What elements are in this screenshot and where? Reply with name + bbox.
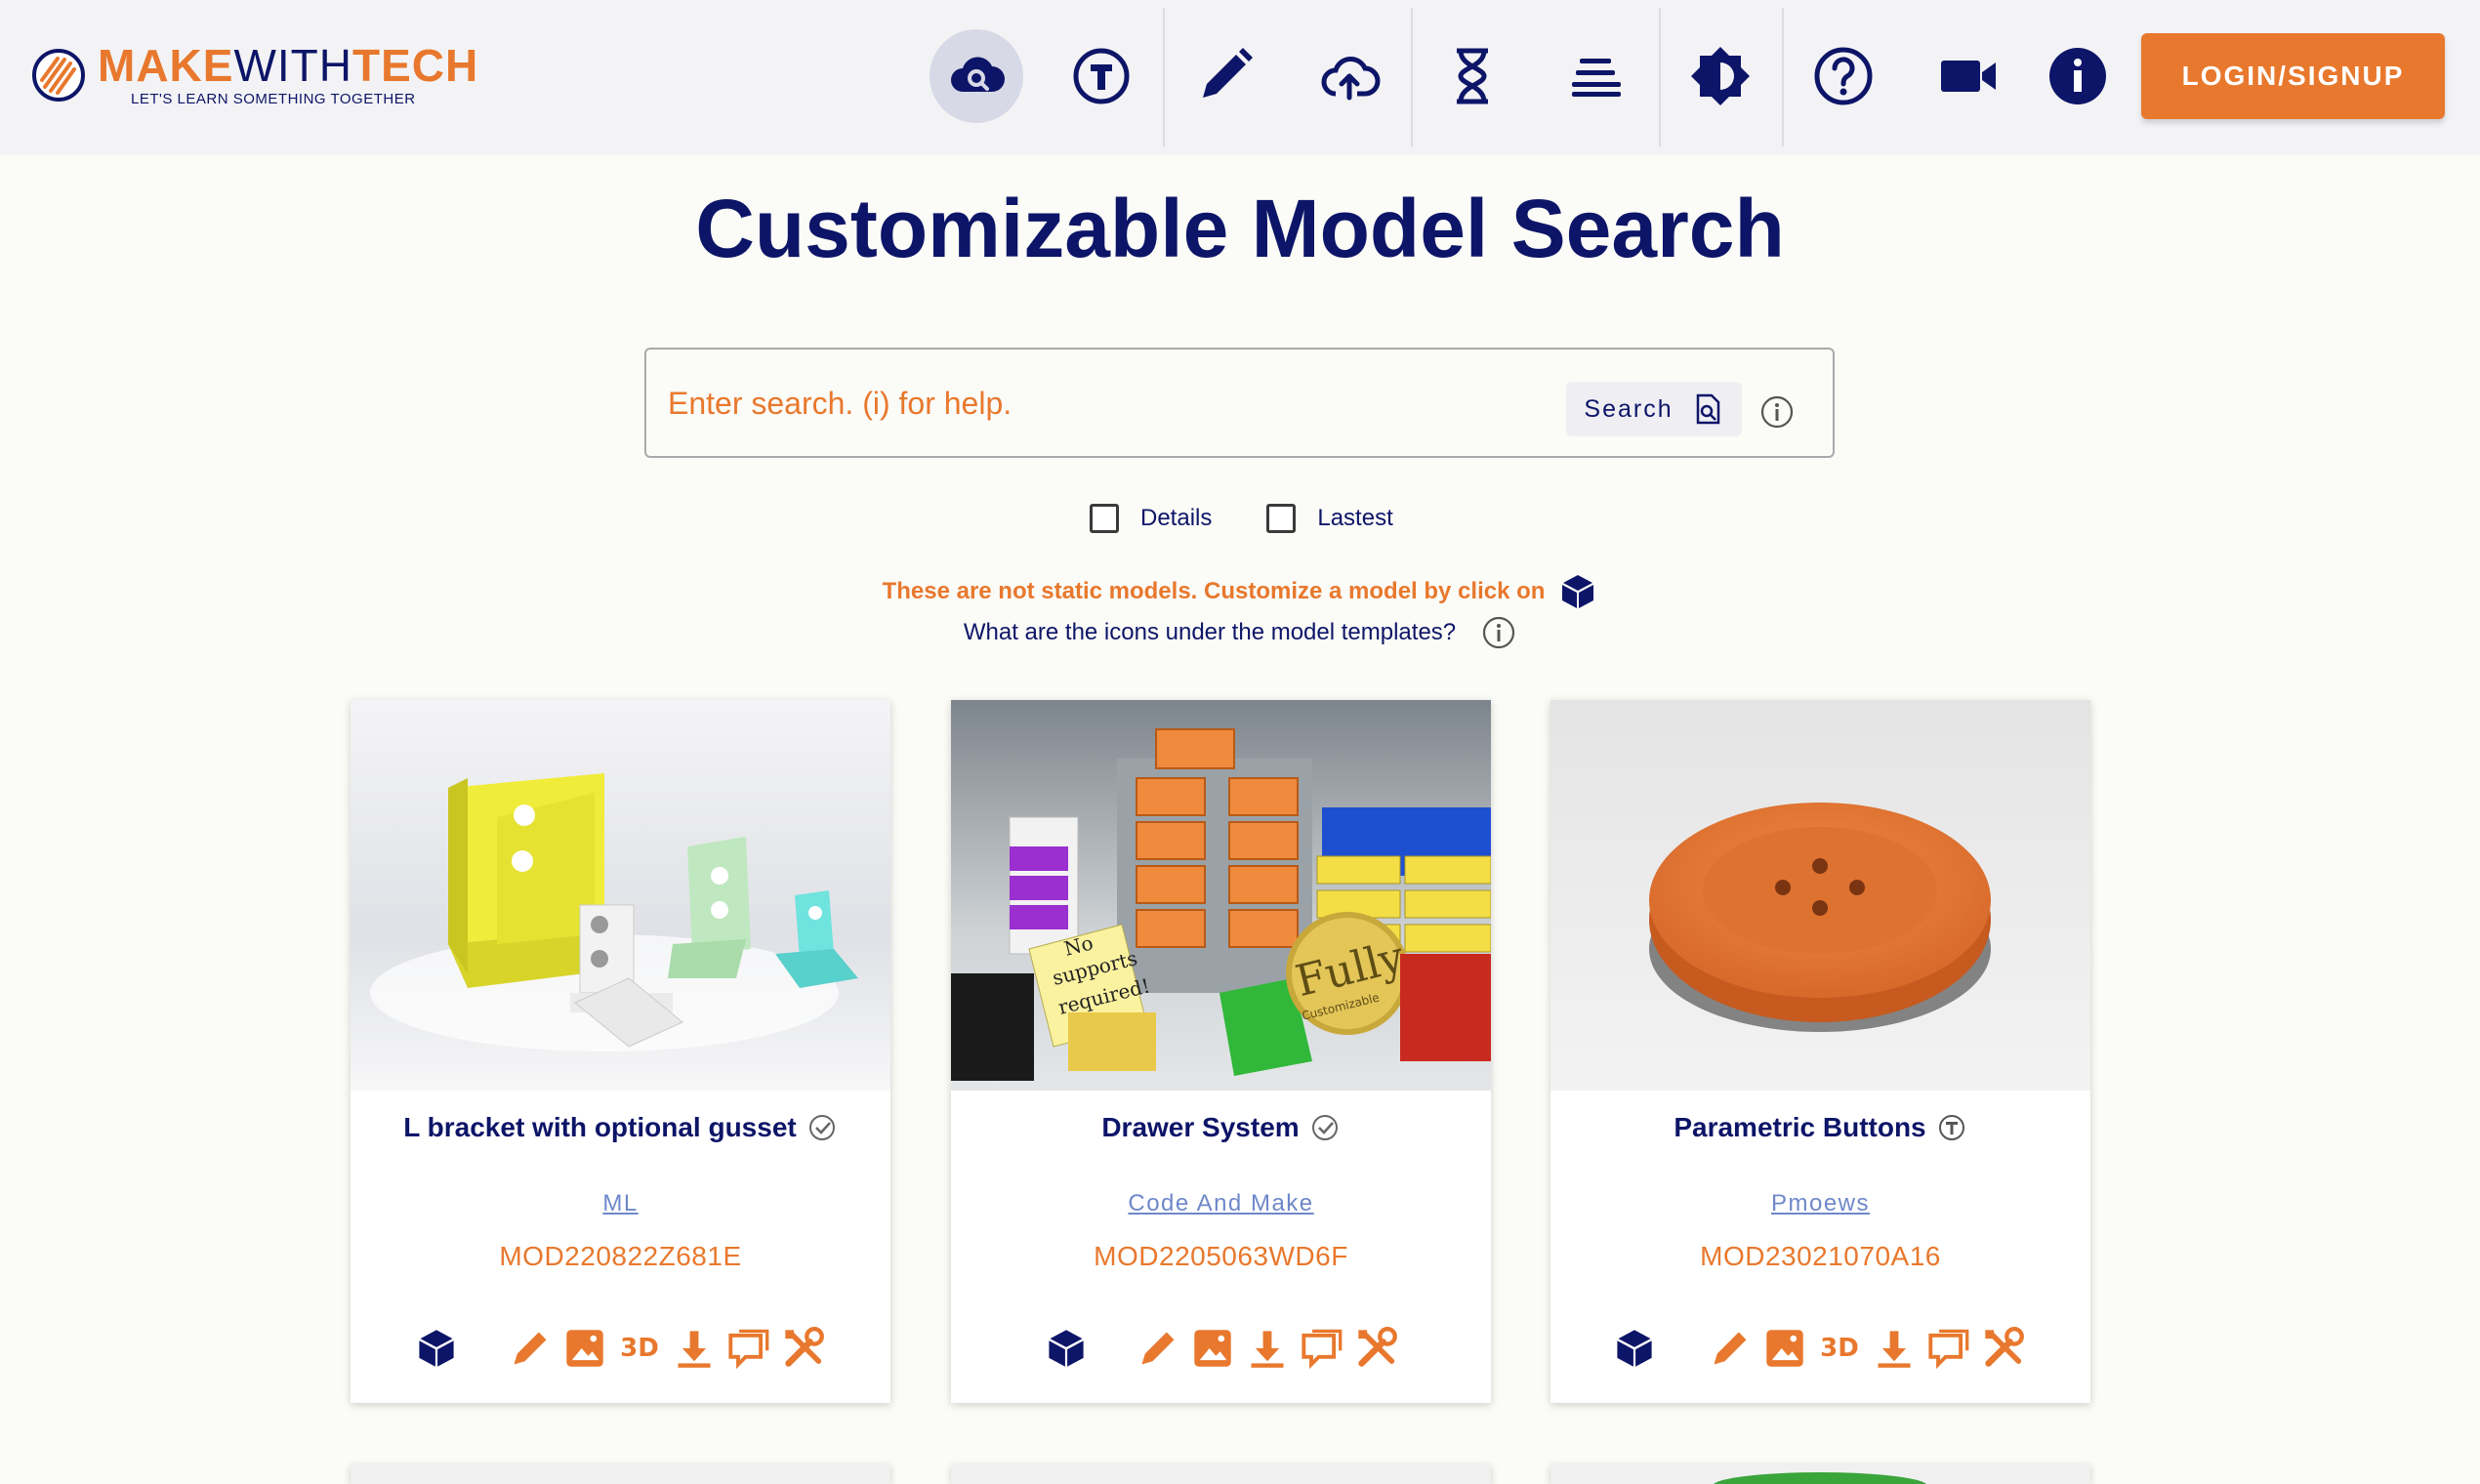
cube-icon xyxy=(1562,575,1594,608)
model-thumbnail[interactable] xyxy=(351,700,890,1091)
search-button-label: Search xyxy=(1584,394,1674,423)
icons-help-line: What are the icons under the model templ… xyxy=(0,615,2480,650)
latest-label: Lastest xyxy=(1317,505,1393,531)
customize-cube-icon[interactable] xyxy=(1043,1325,1090,1372)
icons-help-text: What are the icons under the model templ… xyxy=(963,619,1457,645)
model-author-link[interactable]: Code And Make xyxy=(951,1190,1491,1217)
model-title-text: Drawer System xyxy=(1101,1112,1300,1142)
view-3d-icon[interactable]: 3D xyxy=(1816,1325,1863,1372)
model-title[interactable]: L bracket with optional gusset xyxy=(351,1112,890,1143)
logo[interactable]: MAKEWITHTECH LET'S LEARN SOMETHING TOGET… xyxy=(31,43,478,106)
model-thumbnail[interactable]: No supports required! Fully Customizable xyxy=(951,700,1491,1091)
search-input[interactable] xyxy=(668,379,1527,428)
logo-make: MAKE xyxy=(98,40,234,91)
model-card-peek[interactable] xyxy=(1550,1464,2090,1484)
image-icon[interactable] xyxy=(561,1325,608,1372)
top-bar: MAKEWITHTECH LET'S LEARN SOMETHING TOGET… xyxy=(0,0,2480,154)
tools-icon[interactable] xyxy=(780,1325,827,1372)
t-circle-icon[interactable] xyxy=(1054,29,1148,123)
tools-icon[interactable] xyxy=(1353,1325,1400,1372)
image-icon[interactable] xyxy=(1761,1325,1808,1372)
logo-with: WITH xyxy=(233,40,352,91)
model-author-link[interactable]: Pmoews xyxy=(1550,1190,2090,1217)
icons-help-info-icon[interactable] xyxy=(1481,615,1516,650)
model-thumbnail[interactable] xyxy=(1550,700,2090,1091)
model-card[interactable]: No supports required! Fully Customizable… xyxy=(951,700,1491,1403)
edit-pencil-icon[interactable] xyxy=(1135,1325,1181,1372)
comments-icon[interactable] xyxy=(1299,1325,1345,1372)
details-filter[interactable]: Details xyxy=(1090,504,1212,533)
details-checkbox[interactable] xyxy=(1090,504,1119,533)
cloud-search-icon[interactable] xyxy=(930,29,1023,123)
model-card-peek[interactable] xyxy=(951,1464,1491,1484)
nav-separator xyxy=(1163,8,1165,146)
help-circle-icon[interactable] xyxy=(1797,29,1890,123)
logo-mark-icon xyxy=(32,48,85,102)
download-icon[interactable] xyxy=(1871,1325,1918,1372)
model-card[interactable]: Parametric Buttons Pmoews MOD23021070A16… xyxy=(1550,700,2090,1403)
model-card-peek[interactable] xyxy=(351,1464,890,1484)
hourglass-icon[interactable] xyxy=(1426,29,1519,123)
download-icon[interactable] xyxy=(1244,1325,1291,1372)
pencil-icon[interactable] xyxy=(1178,29,1271,123)
video-camera-icon[interactable] xyxy=(1922,29,2015,123)
image-icon[interactable] xyxy=(1189,1325,1236,1372)
search-help-info-icon[interactable] xyxy=(1759,394,1795,430)
login-signup-button[interactable]: LOGIN/SIGNUP xyxy=(2141,33,2445,119)
model-actions: 3D xyxy=(351,1321,890,1380)
customize-notice-text: These are not static models. Customize a… xyxy=(882,578,1546,604)
logo-tagline: LET'S LEARN SOMETHING TOGETHER xyxy=(131,91,416,107)
model-id: MOD220822Z681E xyxy=(499,1241,742,1271)
latest-checkbox[interactable] xyxy=(1266,504,1297,533)
latest-filter[interactable]: Lastest xyxy=(1266,504,1393,533)
edit-pencil-icon[interactable] xyxy=(507,1325,554,1372)
logo-tech: TECH xyxy=(351,40,479,91)
model-title[interactable]: Drawer System xyxy=(951,1112,1491,1143)
model-title[interactable]: Parametric Buttons xyxy=(1550,1112,2090,1143)
details-label: Details xyxy=(1140,505,1213,531)
list-icon[interactable] xyxy=(1550,29,1644,123)
view-3d-icon[interactable]: 3D xyxy=(616,1325,663,1372)
nav-separator xyxy=(1411,8,1413,146)
nav-separator xyxy=(1659,8,1661,146)
model-title-text: L bracket with optional gusset xyxy=(403,1112,797,1142)
brightness-icon[interactable] xyxy=(1674,29,1767,123)
verified-check-icon xyxy=(1311,1115,1338,1140)
customize-cube-icon[interactable] xyxy=(1611,1325,1658,1372)
verified-check-icon xyxy=(808,1115,835,1140)
tools-icon[interactable] xyxy=(1980,1325,2027,1372)
info-icon[interactable] xyxy=(2031,29,2125,123)
comments-icon[interactable] xyxy=(725,1325,772,1372)
customize-cube-icon[interactable] xyxy=(413,1325,460,1372)
model-actions xyxy=(951,1321,1491,1380)
customize-notice: These are not static models. Customize a… xyxy=(0,572,2480,611)
search-box: Search xyxy=(644,348,1835,458)
document-search-icon xyxy=(1696,393,1719,425)
model-author-link[interactable]: ML xyxy=(351,1190,890,1217)
filter-options: Details Lastest xyxy=(1090,504,1448,533)
t-circle-icon xyxy=(1938,1115,1964,1140)
model-id: MOD23021070A16 xyxy=(1700,1241,1941,1271)
model-card[interactable]: L bracket with optional gusset ML MOD220… xyxy=(351,700,890,1403)
cloud-upload-icon[interactable] xyxy=(1302,29,1396,123)
search-button[interactable]: Search xyxy=(1566,382,1742,436)
model-title-text: Parametric Buttons xyxy=(1674,1112,1926,1142)
nav-separator xyxy=(1782,8,1784,146)
model-id: MOD2205063WD6F xyxy=(1094,1241,1348,1271)
comments-icon[interactable] xyxy=(1925,1325,1972,1372)
edit-pencil-icon[interactable] xyxy=(1707,1325,1754,1372)
download-icon[interactable] xyxy=(671,1325,718,1372)
model-actions: 3D xyxy=(1550,1321,2090,1380)
page-title: Customizable Model Search xyxy=(695,183,1785,274)
